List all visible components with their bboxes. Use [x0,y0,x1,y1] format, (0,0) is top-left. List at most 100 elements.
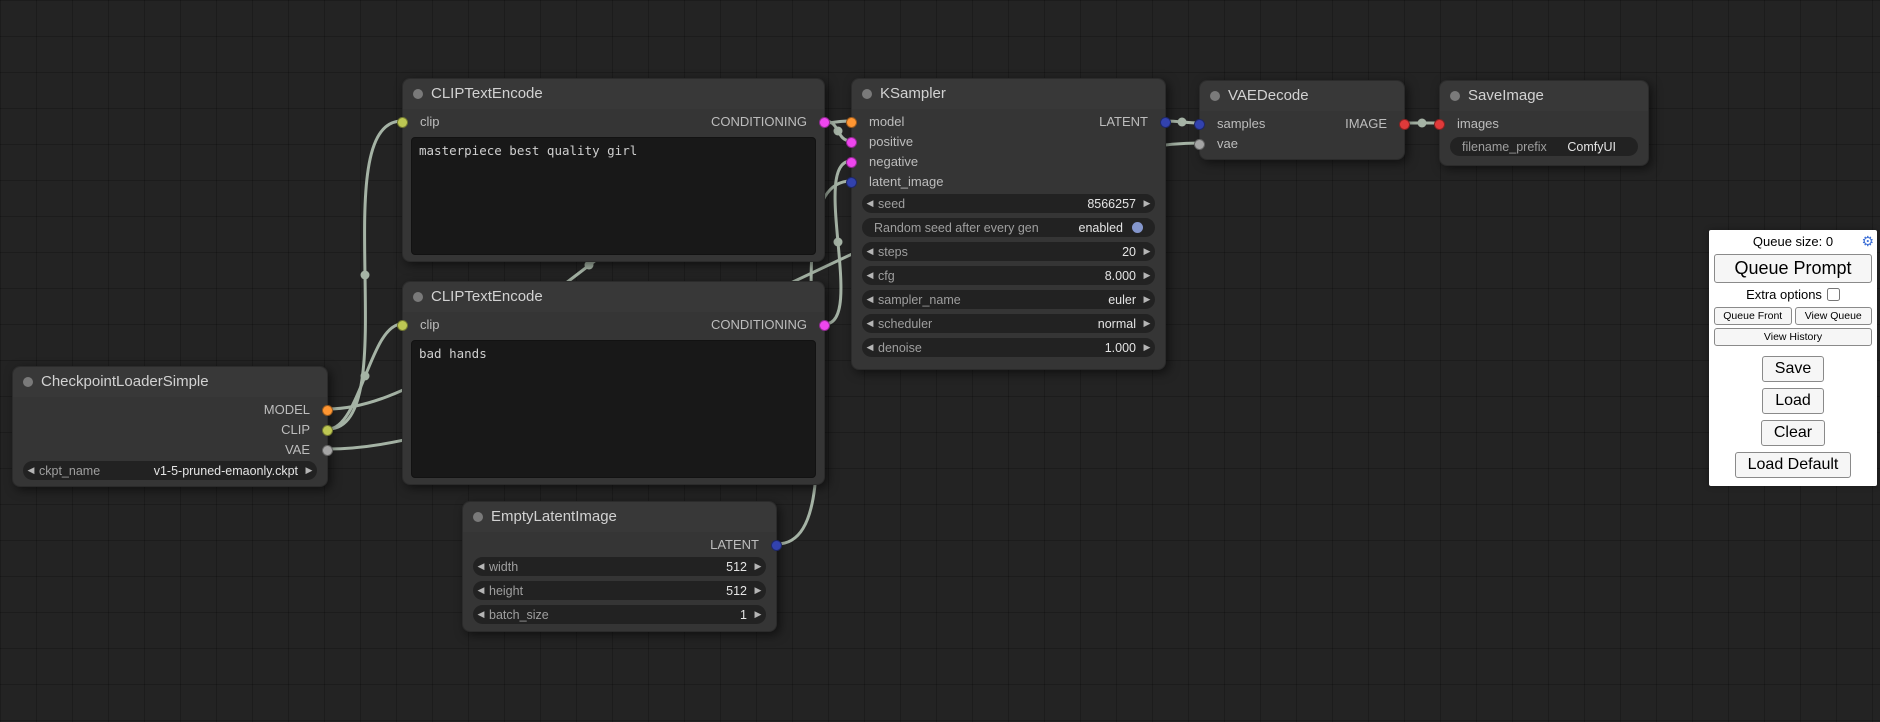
input-port-vae[interactable] [1194,139,1205,150]
widget-random-seed-toggle[interactable]: Random seed after every gen enabled [862,218,1155,237]
arrow-left-icon[interactable]: ◀ [862,194,878,213]
input-port-negative[interactable] [846,157,857,168]
node-collapse-dot-icon[interactable] [862,89,872,99]
node-checkpointloadersimple[interactable]: CheckpointLoaderSimple MODEL CLIP VAE ◀ … [12,366,328,487]
input-port-clip[interactable] [397,320,408,331]
arrow-left-icon[interactable]: ◀ [862,266,878,285]
view-history-button[interactable]: View History [1714,328,1872,346]
widget-batch-size[interactable]: ◀ batch_size 1 ▶ [473,605,766,624]
output-port-model[interactable] [322,405,333,416]
arrow-left-icon[interactable]: ◀ [473,605,489,624]
queue-front-button[interactable]: Queue Front [1714,307,1792,325]
node-collapse-dot-icon[interactable] [1210,91,1220,101]
output-port-image[interactable] [1399,119,1410,130]
node-collapse-dot-icon[interactable] [413,292,423,302]
graph-canvas[interactable]: CheckpointLoaderSimple MODEL CLIP VAE ◀ … [0,0,1880,722]
comfy-menu[interactable]: Queue size: 0 ⚙ Queue Prompt Extra optio… [1709,230,1877,486]
arrow-right-icon[interactable]: ▶ [1139,338,1155,357]
arrow-left-icon[interactable]: ◀ [862,338,878,357]
node-collapse-dot-icon[interactable] [413,89,423,99]
input-port-samples[interactable] [1194,119,1205,130]
output-port-vae[interactable] [322,445,333,456]
output-port-conditioning[interactable] [819,320,830,331]
extra-options-checkbox[interactable] [1827,288,1840,301]
arrow-left-icon[interactable]: ◀ [23,461,39,480]
arrow-right-icon[interactable]: ▶ [1139,290,1155,309]
save-button[interactable]: Save [1762,356,1824,382]
node-title-bar[interactable]: CheckpointLoaderSimple [13,367,327,397]
slot-label-model: model [869,112,904,132]
prompt-text-input[interactable]: masterpiece best quality girl [411,137,816,255]
arrow-left-icon[interactable]: ◀ [473,581,489,600]
widget-label: seed [878,197,905,211]
link-midpoint-dot[interactable] [834,127,843,136]
arrow-right-icon[interactable]: ▶ [1139,266,1155,285]
node-title: CLIPTextEncode [431,282,543,312]
widget-height[interactable]: ◀ height 512 ▶ [473,581,766,600]
link-midpoint-dot[interactable] [361,271,370,280]
node-ksampler[interactable]: KSampler model positive negative latent_… [851,78,1166,370]
link-midpoint-dot[interactable] [834,238,843,247]
node-collapse-dot-icon[interactable] [23,377,33,387]
output-port-clip[interactable] [322,425,333,436]
slot-label-images: images [1457,114,1499,134]
queue-prompt-button[interactable]: Queue Prompt [1714,254,1872,283]
arrow-right-icon[interactable]: ▶ [1139,314,1155,333]
widget-seed[interactable]: ◀ seed 8566257 ▶ [862,194,1155,213]
view-queue-button[interactable]: View Queue [1795,307,1873,325]
arrow-left-icon[interactable]: ◀ [862,242,878,261]
node-title-bar[interactable]: EmptyLatentImage [463,502,776,532]
settings-gear-icon[interactable]: ⚙ [1861,234,1874,248]
link-midpoint-dot[interactable] [1178,118,1187,127]
output-port-latent[interactable] [1160,117,1171,128]
arrow-left-icon[interactable]: ◀ [862,314,878,333]
output-port-latent[interactable] [771,540,782,551]
node-cliptextencode-positive[interactable]: CLIPTextEncode clip CONDITIONING masterp… [402,78,825,262]
widget-ckpt-name[interactable]: ◀ ckpt_name v1-5-pruned-emaonly.ckpt ▶ [23,461,317,480]
widget-scheduler[interactable]: ◀ scheduler normal ▶ [862,314,1155,333]
input-port-model[interactable] [846,117,857,128]
arrow-right-icon[interactable]: ▶ [301,461,317,480]
node-title: KSampler [880,79,946,109]
node-collapse-dot-icon[interactable] [473,512,483,522]
widget-sampler-name[interactable]: ◀ sampler_name euler ▶ [862,290,1155,309]
arrow-left-icon[interactable]: ◀ [862,290,878,309]
node-title-bar[interactable]: SaveImage [1440,81,1648,111]
link-midpoint-dot[interactable] [1418,119,1427,128]
node-cliptextencode-negative[interactable]: CLIPTextEncode clip CONDITIONING bad han… [402,281,825,485]
node-collapse-dot-icon[interactable] [1450,91,1460,101]
arrow-right-icon[interactable]: ▶ [1139,194,1155,213]
link-midpoint-dot[interactable] [361,372,370,381]
output-port-conditioning[interactable] [819,117,830,128]
slot-label-vae: vae [1217,134,1238,154]
arrow-right-icon[interactable]: ▶ [750,581,766,600]
toggle-on-icon[interactable] [1132,222,1143,233]
node-title-bar[interactable]: VAEDecode [1200,81,1404,111]
slot-label-negative: negative [869,152,918,172]
queue-size-label: Queue size: 0 [1753,234,1833,249]
arrow-right-icon[interactable]: ▶ [750,605,766,624]
arrow-right-icon[interactable]: ▶ [1139,242,1155,261]
load-button[interactable]: Load [1762,388,1824,414]
widget-cfg[interactable]: ◀ cfg 8.000 ▶ [862,266,1155,285]
node-emptylatentimage[interactable]: EmptyLatentImage LATENT ◀ width 512 ▶ ◀ … [462,501,777,632]
node-title-bar[interactable]: KSampler [852,79,1165,109]
node-vaedecode[interactable]: VAEDecode samples vae IMAGE [1199,80,1405,160]
input-port-positive[interactable] [846,137,857,148]
load-default-button[interactable]: Load Default [1735,452,1852,478]
input-port-latent-image[interactable] [846,177,857,188]
input-port-images[interactable] [1434,119,1445,130]
arrow-right-icon[interactable]: ▶ [750,557,766,576]
widget-value: normal [932,317,1139,331]
widget-steps[interactable]: ◀ steps 20 ▶ [862,242,1155,261]
input-port-clip[interactable] [397,117,408,128]
clear-button[interactable]: Clear [1761,420,1825,446]
widget-denoise[interactable]: ◀ denoise 1.000 ▶ [862,338,1155,357]
widget-filename-prefix[interactable]: filename_prefix ComfyUI [1450,137,1638,156]
node-title-bar[interactable]: CLIPTextEncode [403,282,824,312]
node-saveimage[interactable]: SaveImage images filename_prefix ComfyUI [1439,80,1649,166]
widget-width[interactable]: ◀ width 512 ▶ [473,557,766,576]
node-title-bar[interactable]: CLIPTextEncode [403,79,824,109]
arrow-left-icon[interactable]: ◀ [473,557,489,576]
prompt-text-input[interactable]: bad hands [411,340,816,478]
